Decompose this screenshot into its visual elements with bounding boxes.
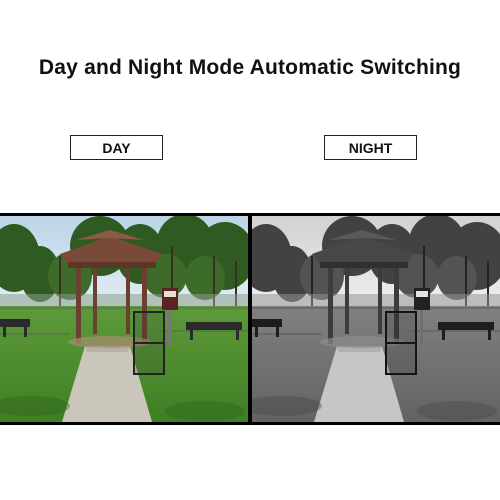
night-photo (252, 216, 500, 422)
day-label: DAY (70, 135, 163, 160)
page-title: Day and Night Mode Automatic Switching (38, 56, 462, 79)
night-photo-scene (252, 216, 500, 422)
day-photo-scene (0, 216, 248, 422)
day-photo (0, 216, 248, 422)
comparison-photo-frame (0, 213, 500, 425)
night-label: NIGHT (324, 135, 417, 160)
